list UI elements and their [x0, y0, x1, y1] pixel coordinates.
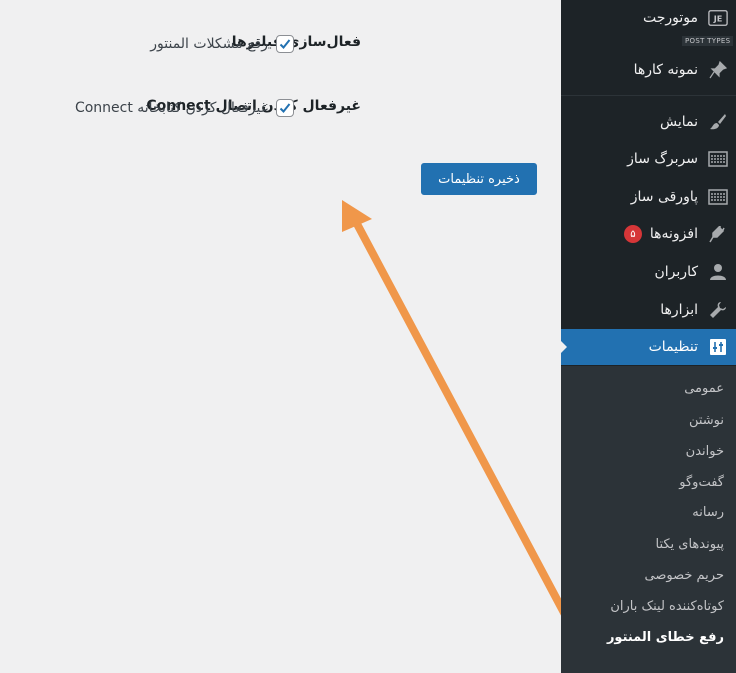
checkbox-label-fix-elementor: رفع مشکلات المنتور	[150, 36, 268, 52]
post-types-label: POST TYPES	[682, 36, 734, 46]
menu-item-users[interactable]: کاربران	[561, 254, 736, 290]
checkbox-label-disable-connect: غیرفعال کردن کتابخانه Connect	[74, 100, 268, 116]
submenu-item-general[interactable]: عمومی	[684, 376, 724, 400]
menu-label-footer-builder: پاورقی ساز	[630, 189, 698, 205]
settings-submenu: عمومی نوشتن خواندن گفت‌وگو رسانه پیوندها…	[561, 366, 736, 673]
menu-label-portfolio: نمونه کارها	[633, 62, 698, 78]
submenu-item-elementor-fix[interactable]: رفع خطای المنتور	[607, 625, 724, 649]
menu-label-motorjet: موتورجت	[642, 10, 698, 26]
submenu-item-writing[interactable]: نوشتن	[689, 408, 724, 432]
submenu-item-permalinks[interactable]: پیوندهای یکتا	[655, 532, 724, 556]
menu-label-plugins: افزونه‌ها	[649, 226, 698, 242]
admin-sidebar: JE موتورجت POST TYPES نمونه کارها نمایش …	[560, 0, 736, 673]
menu-item-tools[interactable]: ابزارها	[561, 292, 736, 328]
menu-item-settings[interactable]: تنظیمات	[560, 329, 736, 365]
user-icon	[708, 262, 728, 282]
pin-icon	[708, 60, 728, 80]
submenu-item-media[interactable]: رسانه	[692, 500, 724, 524]
menu-label-header-builder: سربرگ ساز	[627, 151, 698, 167]
settings-content: فعال‌سازی فیلترها رفع مشکلات المنتور غیر…	[0, 0, 561, 673]
menu-label-settings: تنظیمات	[648, 339, 698, 355]
update-count-badge: ۵	[623, 225, 642, 243]
menu-separator	[561, 95, 736, 96]
checkbox-fix-elementor[interactable]	[276, 35, 294, 53]
checkbox-row-disable-connect[interactable]: غیرفعال کردن کتابخانه Connect	[75, 99, 294, 117]
checkbox-disable-connect[interactable]	[276, 99, 294, 117]
svg-text:JE: JE	[713, 14, 723, 24]
jet-engine-icon: JE	[708, 8, 728, 28]
menu-label-users: کاربران	[654, 264, 698, 280]
submenu-item-privacy[interactable]: حریم خصوصی	[644, 563, 724, 587]
check-icon	[279, 103, 291, 113]
paintbrush-icon	[708, 112, 728, 132]
plugin-icon	[708, 224, 728, 244]
submenu-item-link-shortener[interactable]: کوتاه‌کننده لینک باران	[610, 594, 724, 618]
checkbox-row-fix-elementor[interactable]: رفع مشکلات المنتور	[150, 35, 294, 53]
check-icon	[279, 39, 291, 49]
active-indicator	[560, 340, 567, 354]
menu-item-appearance[interactable]: نمایش	[561, 104, 736, 140]
submenu-item-reading[interactable]: خواندن	[686, 439, 724, 463]
menu-item-footer-builder[interactable]: پاورقی ساز	[561, 179, 736, 215]
layout-icon	[708, 187, 728, 207]
menu-item-header-builder[interactable]: سربرگ ساز	[561, 141, 736, 177]
menu-item-motorjet[interactable]: JE موتورجت	[561, 0, 736, 36]
save-settings-button[interactable]: ذخیره تنظیمات	[421, 163, 537, 195]
menu-label-tools: ابزارها	[660, 302, 698, 318]
menu-label-appearance: نمایش	[659, 114, 698, 130]
menu-item-plugins[interactable]: افزونه‌ها ۵	[561, 216, 736, 252]
wrench-icon	[708, 300, 728, 320]
submenu-item-discussion[interactable]: گفت‌وگو	[679, 470, 724, 494]
settings-icon	[708, 337, 728, 357]
layout-icon	[708, 149, 728, 169]
menu-item-portfolio[interactable]: نمونه کارها	[561, 52, 736, 88]
